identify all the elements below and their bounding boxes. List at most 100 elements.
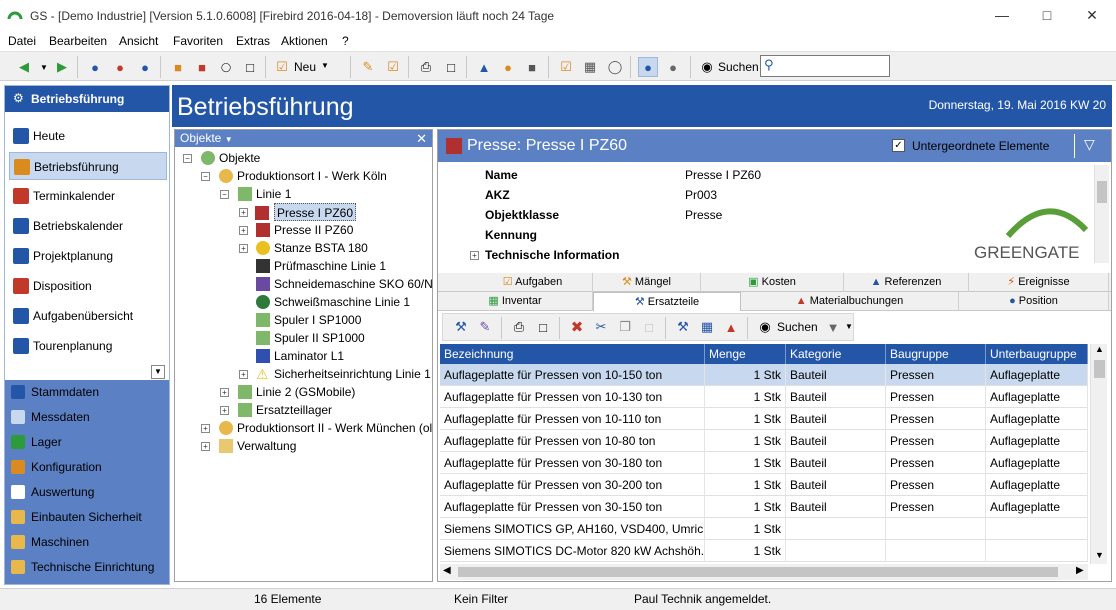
tree-node-pruefmaschine[interactable]: Prüfmaschine Linie 1 — [256, 257, 386, 275]
edit-icon[interactable]: ✎ — [358, 57, 378, 77]
col-header-baugruppe[interactable]: Baugruppe — [886, 344, 986, 364]
nav-item-projektplanung[interactable]: Projektplanung — [9, 242, 167, 270]
tab-position[interactable]: ● Position — [959, 292, 1109, 311]
nav-group-messdaten[interactable]: Messdaten — [5, 405, 169, 430]
search-input[interactable] — [760, 55, 890, 77]
table-row[interactable]: Auflageplatte für Pressen von 30-150 ton… — [440, 496, 1088, 518]
binoculars-icon[interactable]: ◉ — [755, 317, 775, 337]
book-material-icon[interactable]: ▲ — [721, 317, 741, 337]
expand-icon[interactable]: + — [201, 442, 210, 451]
user-tools-icon[interactable]: ● — [663, 57, 683, 77]
prop-technische-information[interactable]: Technische Information — [485, 248, 619, 262]
nav-group-konfiguration[interactable]: Konfiguration — [5, 455, 169, 480]
scroll-down-icon[interactable]: ▼ — [1095, 550, 1104, 560]
back-icon[interactable]: ◀ — [14, 57, 34, 77]
nav-item-heute[interactable]: Heute — [9, 122, 167, 150]
paste-icon[interactable]: □ — [639, 317, 659, 337]
filter-icon[interactable]: ▽ — [1084, 136, 1095, 153]
nav-item-disposition[interactable]: Disposition — [9, 272, 167, 300]
copy-icon[interactable]: ❐ — [615, 317, 635, 337]
edit-part-icon[interactable]: ✎ — [475, 317, 495, 337]
nav-item-aufgabenuebersicht[interactable]: Aufgabenübersicht — [9, 302, 167, 330]
new-button[interactable]: Neu — [294, 60, 316, 74]
nav-group-lager[interactable]: Lager — [5, 430, 169, 455]
tree-node-verwaltung[interactable]: Verwaltung — [219, 437, 296, 455]
props-scrollbar[interactable] — [1094, 165, 1109, 263]
tree-header-dropdown-icon[interactable]: ▼ — [225, 135, 233, 144]
parts-list-icon[interactable]: ▦ — [697, 317, 717, 337]
table-row[interactable]: Auflageplatte für Pressen von 10-110 ton… — [440, 408, 1088, 430]
print-icon[interactable]: ⎙ — [416, 57, 436, 77]
task-icon[interactable]: ☑ — [556, 57, 576, 77]
col-header-menge[interactable]: Menge — [705, 344, 786, 364]
tree-node-schneidemaschine[interactable]: Schneidemaschine SKO 60/N — [256, 275, 433, 293]
user-remove-icon[interactable]: ● — [110, 57, 130, 77]
table-row[interactable]: Auflageplatte für Pressen von 10-150 ton… — [440, 364, 1088, 386]
vehicle-icon[interactable]: ■ — [522, 57, 542, 77]
collapse-icon[interactable]: − — [183, 154, 192, 163]
expand-icon[interactable]: + — [470, 251, 479, 260]
tab-inventar[interactable]: ▦ Inventar — [438, 292, 593, 311]
menu-favoriten[interactable]: Favoriten — [173, 34, 223, 48]
col-header-bezeichnung[interactable]: Bezeichnung — [440, 344, 705, 364]
nav-item-betriebsfuehrung[interactable]: Betriebsführung — [9, 152, 167, 180]
new-dropdown-icon[interactable]: ▼ — [321, 61, 329, 70]
tab-materialbuchungen[interactable]: ▲ Materialbuchungen — [741, 292, 959, 311]
expand-icon[interactable]: + — [239, 226, 248, 235]
table-row[interactable]: Auflageplatte für Pressen von 10-130 ton… — [440, 386, 1088, 408]
tree-node-linie-2[interactable]: Linie 2 (GSMobile) — [238, 383, 355, 401]
parts-link-icon[interactable]: ⚒ — [673, 317, 693, 337]
print-preview-icon[interactable]: □ — [533, 317, 553, 337]
scroll-up-icon[interactable]: ▲ — [1095, 344, 1104, 354]
table-row[interactable]: Auflageplatte für Pressen von 30-200 ton… — [440, 474, 1088, 496]
table-row[interactable]: Auflageplatte für Pressen von 30-180 ton… — [440, 452, 1088, 474]
tree-node-laminator[interactable]: Laminator L1 — [256, 347, 344, 365]
alert-object-icon[interactable]: ■ — [192, 57, 212, 77]
scroll-left-icon[interactable]: ◀ — [443, 565, 451, 576]
checklist-icon[interactable]: ☑ — [383, 57, 403, 77]
add-part-icon[interactable]: ⚒ — [451, 317, 471, 337]
col-header-kategorie[interactable]: Kategorie — [786, 344, 886, 364]
tree-node-spuler-1[interactable]: Spuler I SP1000 — [256, 311, 361, 329]
maximize-button[interactable]: □ — [1024, 0, 1070, 30]
tree-node-spuler-2[interactable]: Spuler II SP1000 — [256, 329, 365, 347]
funnel-icon[interactable]: ▼ — [823, 317, 843, 337]
menu-bearbeiten[interactable]: Bearbeiten — [49, 34, 107, 48]
tree-node-stanze[interactable]: Stanze BSTA 180 — [256, 239, 368, 257]
expand-icon[interactable]: + — [220, 388, 229, 397]
back-dropdown-icon[interactable]: ▼ — [34, 57, 54, 77]
menu-ansicht[interactable]: Ansicht — [119, 34, 158, 48]
tab-maengel[interactable]: ⚒ Mängel — [593, 273, 701, 292]
sub-elements-checkbox[interactable]: ✓ — [892, 139, 905, 152]
table-row[interactable]: Siemens SIMOTICS DC-Motor 820 kW Achshöh… — [440, 540, 1088, 562]
nav-group-einbauten-sicherheit[interactable]: Einbauten Sicherheit — [5, 505, 169, 530]
tree-node-presse-1[interactable]: Presse I PZ60 — [255, 203, 357, 221]
comment-icon[interactable]: □ — [240, 57, 260, 77]
search-object-icon[interactable]: ■ — [168, 57, 188, 77]
grid-search-button[interactable]: Suchen — [777, 320, 818, 334]
nav-item-tourenplanung[interactable]: Tourenplanung — [9, 332, 167, 360]
user-info-icon[interactable]: ● — [135, 57, 155, 77]
user-add-icon[interactable]: ● — [85, 57, 105, 77]
calendar-icon[interactable]: ▦ — [580, 57, 600, 77]
tree-node-objekte[interactable]: Objekte — [201, 149, 260, 167]
delete-icon[interactable]: ✖ — [567, 317, 587, 337]
menu-help[interactable]: ? — [342, 34, 349, 48]
forward-icon[interactable]: ▶ — [52, 57, 72, 77]
menu-aktionen[interactable]: Aktionen — [281, 34, 328, 48]
task-new-icon[interactable]: ☑ — [272, 57, 292, 77]
table-row[interactable]: Siemens SIMOTICS GP, AH160, VSD400, Umri… — [440, 518, 1088, 540]
grid-vertical-scrollbar[interactable]: ▲ ▼ — [1090, 344, 1107, 564]
nav-overflow-dropdown[interactable]: ▼ — [151, 365, 165, 379]
object-icon[interactable]: ▲ — [474, 57, 494, 77]
expand-icon[interactable]: + — [239, 244, 248, 253]
collapse-icon[interactable]: − — [220, 190, 229, 199]
expand-icon[interactable]: + — [239, 370, 248, 379]
nav-group-stammdaten[interactable]: Stammdaten — [5, 380, 169, 405]
print-preview-icon[interactable]: □ — [441, 57, 461, 77]
tree-node-schweissmaschine[interactable]: Schweißmaschine Linie 1 — [256, 293, 410, 311]
cut-icon[interactable]: ✂ — [591, 317, 611, 337]
binoculars-icon[interactable]: ◉ — [697, 57, 717, 77]
tree-close-icon[interactable]: ✕ — [416, 130, 427, 147]
tab-ereignisse[interactable]: ⚡ Ereignisse — [969, 273, 1109, 292]
